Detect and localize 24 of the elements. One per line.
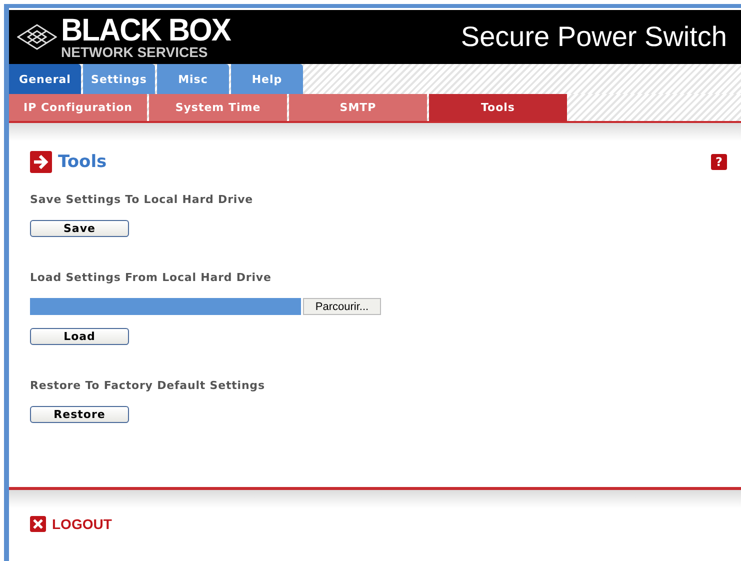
browse-button[interactable]: Parcourir... [303, 298, 381, 315]
sub-tab[interactable]: System Time [149, 94, 287, 121]
logo-wordmark: BLACK BOX [61, 14, 230, 46]
logout-link[interactable]: LOGOUT [30, 516, 720, 532]
app-title: Secure Power Switch [460, 21, 727, 53]
nav-tab[interactable]: Help [231, 64, 303, 94]
sub-tab[interactable]: IP Configuration [9, 94, 147, 121]
sub-tab[interactable]: Tools [429, 94, 567, 121]
section-label: Restore To Factory Default Settings [30, 379, 266, 392]
nav-tab[interactable]: Settings [83, 64, 155, 94]
diamond-logo-icon [17, 24, 57, 50]
logo-tagline: NETWORK SERVICES [61, 44, 209, 58]
close-icon [30, 516, 46, 532]
action-button[interactable]: Restore [30, 406, 129, 423]
nav-tab[interactable]: General [9, 64, 81, 94]
section-label: Load Settings From Local Hard Drive [30, 271, 272, 284]
action-button[interactable]: Load [30, 328, 129, 345]
nav-tab[interactable]: Misc [157, 64, 229, 94]
action-button[interactable]: Save [30, 220, 129, 237]
page-title: Tools [58, 152, 107, 172]
file-path-field[interactable] [30, 298, 301, 315]
sub-tab[interactable]: SMTP [289, 94, 427, 121]
help-icon[interactable]: ? [711, 154, 727, 170]
section-label: Save Settings To Local Hard Drive [30, 193, 254, 206]
